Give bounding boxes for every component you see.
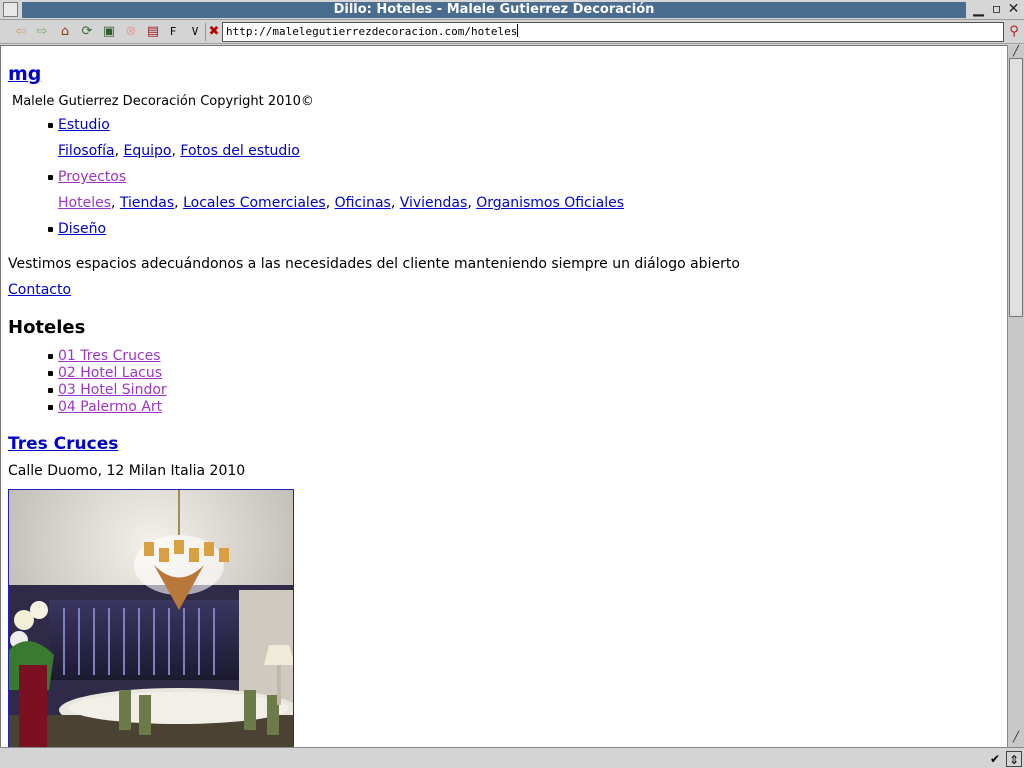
clear-url-icon[interactable]: ✖ xyxy=(204,23,224,41)
vertical-scrollbar[interactable]: ╱ ╱ xyxy=(1007,45,1024,747)
nav-equipo-link[interactable]: Equipo xyxy=(124,143,172,159)
nav-organismos-link[interactable]: Organismos Oficiales xyxy=(476,195,624,211)
home-icon[interactable]: ⌂ xyxy=(55,23,75,41)
file-menu-button[interactable]: F xyxy=(163,23,183,41)
checkmark-icon[interactable]: ✔ xyxy=(987,751,1003,767)
url-input[interactable]: http://malelegutierrezdecoracion.com/hot… xyxy=(222,22,1004,42)
hotel-link-4[interactable]: 04 Palermo Art xyxy=(58,399,162,415)
search-icon[interactable]: ⚲ xyxy=(1004,23,1024,41)
separator: , xyxy=(467,195,472,211)
text-caret xyxy=(517,24,519,37)
separator: , xyxy=(390,195,396,211)
separator: , xyxy=(174,195,179,211)
nav-locales-link[interactable]: Locales Comerciales xyxy=(183,195,326,211)
bullet-icon xyxy=(48,123,53,128)
forward-icon[interactable]: ⇨ xyxy=(32,23,52,41)
nav-tiendas-link[interactable]: Tiendas xyxy=(120,195,174,211)
separator: , xyxy=(325,195,331,211)
reload-icon[interactable]: ⟳ xyxy=(77,23,97,41)
nav-diseno-link[interactable]: Diseño xyxy=(58,221,106,237)
scroll-down-icon[interactable]: ╱ xyxy=(1009,731,1023,745)
contact-link[interactable]: Contacto xyxy=(8,282,71,298)
maximize-icon[interactable]: ▫ xyxy=(988,1,1005,18)
hotel-link-3[interactable]: 03 Hotel Sindor xyxy=(58,382,167,398)
separator: , xyxy=(114,143,120,159)
browser-toolbar: ⇦ ⇨ ⌂ ⟳ ▣ ⊗ ▤ F V ✖ http://malelegutierr… xyxy=(0,20,1024,44)
section-heading: Hoteles xyxy=(8,317,86,338)
site-logo-link[interactable]: mg xyxy=(8,63,41,85)
nav-fotos-link[interactable]: Fotos del estudio xyxy=(180,143,299,159)
hotel-title-link[interactable]: Tres Cruces xyxy=(8,434,118,454)
bullet-icon xyxy=(48,371,53,376)
bullet-icon xyxy=(48,227,53,232)
save-icon[interactable]: ▣ xyxy=(99,23,119,41)
back-icon[interactable]: ⇦ xyxy=(11,23,31,41)
nav-oficinas-link[interactable]: Oficinas xyxy=(335,195,391,211)
bullet-icon xyxy=(48,388,53,393)
bullet-icon xyxy=(48,175,53,180)
close-window-icon[interactable]: ✕ xyxy=(1005,1,1022,18)
tagline-text: Vestimos espacios adecuándonos a las nec… xyxy=(8,256,740,272)
window-titlebar: Dillo: Hoteles - Malele Gutierrez Decora… xyxy=(0,0,1024,20)
stop-icon[interactable]: ⊗ xyxy=(121,23,141,41)
hotel-address: Calle Duomo, 12 Milan Italia 2010 xyxy=(8,463,246,479)
hotel-room-image xyxy=(9,490,293,747)
separator: , xyxy=(111,195,116,211)
view-menu-button[interactable]: V xyxy=(185,23,205,41)
estudio-sublinks: Filosofía, Equipo, Fotos del estudio xyxy=(58,143,300,159)
scroll-up-icon[interactable]: ╱ xyxy=(1009,45,1023,59)
window-title: Dillo: Hoteles - Malele Gutierrez Decora… xyxy=(22,2,966,18)
proyectos-sublinks: Hoteles, Tiendas, Locales Comerciales, O… xyxy=(58,195,624,211)
bullet-icon xyxy=(48,354,53,359)
resize-icon[interactable]: ⇕ xyxy=(1006,751,1022,767)
separator: , xyxy=(171,143,176,159)
nav-estudio-link[interactable]: Estudio xyxy=(58,117,110,133)
bullet-icon xyxy=(48,405,53,410)
bookmarks-icon[interactable]: ▤ xyxy=(143,23,163,41)
minimize-icon[interactable]: ▁ xyxy=(970,1,987,18)
page-viewport: mg Malele Gutierrez Decoración Copyright… xyxy=(0,45,1007,747)
status-bar: ✔ ⇕ xyxy=(0,747,1024,768)
url-text: http://malelegutierrezdecoracion.com/hot… xyxy=(226,25,518,38)
hotel-photo[interactable] xyxy=(8,489,294,747)
scrollbar-thumb[interactable] xyxy=(1009,58,1023,317)
nav-viviendas-link[interactable]: Viviendas xyxy=(400,195,468,211)
hotel-link-1[interactable]: 01 Tres Cruces xyxy=(58,348,161,364)
nav-proyectos-link[interactable]: Proyectos xyxy=(58,169,126,185)
nav-filosofia-link[interactable]: Filosofía xyxy=(58,143,115,159)
hotel-link-2[interactable]: 02 Hotel Lacus xyxy=(58,365,162,381)
window-menu-button[interactable] xyxy=(3,2,18,17)
copyright-text: Malele Gutierrez Decoración Copyright 20… xyxy=(12,94,314,109)
nav-hoteles-link[interactable]: Hoteles xyxy=(58,195,111,211)
